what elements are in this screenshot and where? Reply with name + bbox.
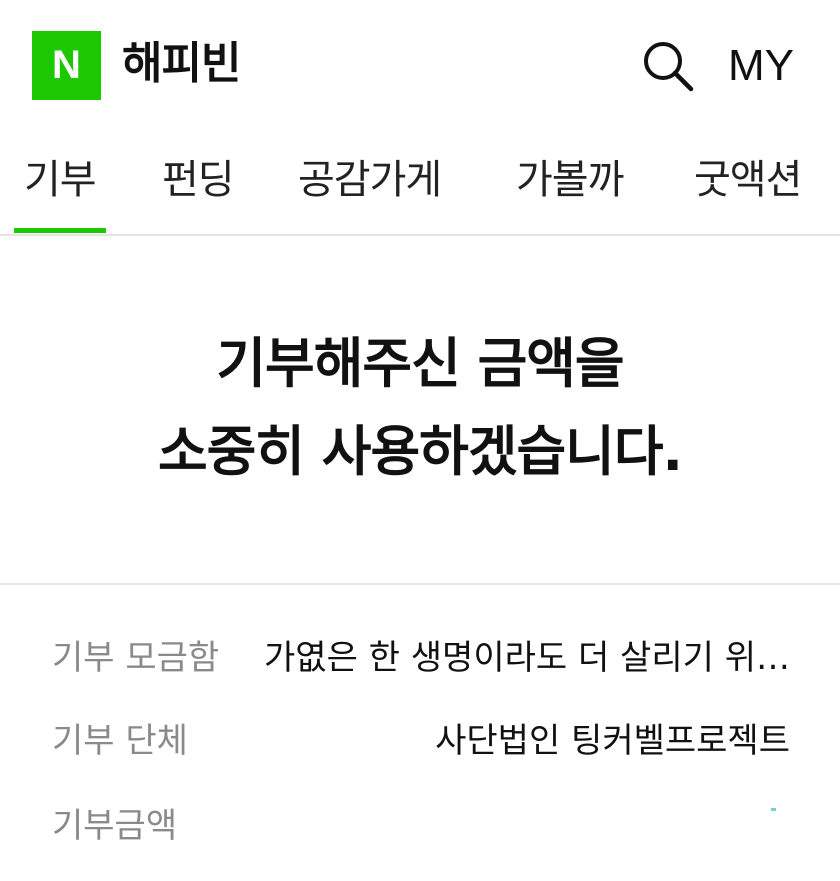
- thank-you-line-1: 기부해주신 금액을: [216, 332, 624, 395]
- search-button[interactable]: [640, 38, 696, 94]
- tab-visit[interactable]: 가볼까: [516, 150, 624, 210]
- organization-value[interactable]: 사단법인 팅커벨프로젝트: [435, 711, 790, 771]
- thank-you-line-2: 소중히 사용하겠습니다.: [157, 420, 683, 483]
- fund-row: 기부 모금함 가엾은 한 생명이라도 더 살리기 위…: [0, 628, 840, 688]
- header: N 해피빈 MY: [0, 0, 840, 130]
- organization-row: 기부 단체 사단법인 팅커벨프로젝트: [0, 711, 840, 771]
- amount-row: 기부금액: [0, 796, 840, 856]
- my-button[interactable]: MY: [728, 38, 794, 94]
- tab-funding[interactable]: 펀딩: [162, 150, 235, 210]
- search-icon: [644, 42, 694, 92]
- main-tabs: 기부 펀딩 공감가게 가볼까 굿액션: [0, 140, 840, 236]
- amount-value-mark: [771, 808, 776, 811]
- organization-label: 기부 단체: [52, 721, 188, 761]
- thank-you-message: 기부해주신 금액을 소중히 사용하겠습니다.: [0, 320, 840, 496]
- brand-title[interactable]: 해피빈: [122, 34, 241, 94]
- tab-good-action[interactable]: 굿액션: [694, 150, 802, 210]
- section-divider: [0, 583, 840, 585]
- naver-logo[interactable]: N: [32, 31, 101, 100]
- amount-label: 기부금액: [52, 806, 178, 846]
- fund-value[interactable]: 가엾은 한 생명이라도 더 살리기 위…: [264, 628, 790, 688]
- tab-store[interactable]: 공감가게: [298, 150, 442, 210]
- tab-donate[interactable]: 기부: [14, 150, 106, 233]
- fund-label: 기부 모금함: [52, 638, 220, 678]
